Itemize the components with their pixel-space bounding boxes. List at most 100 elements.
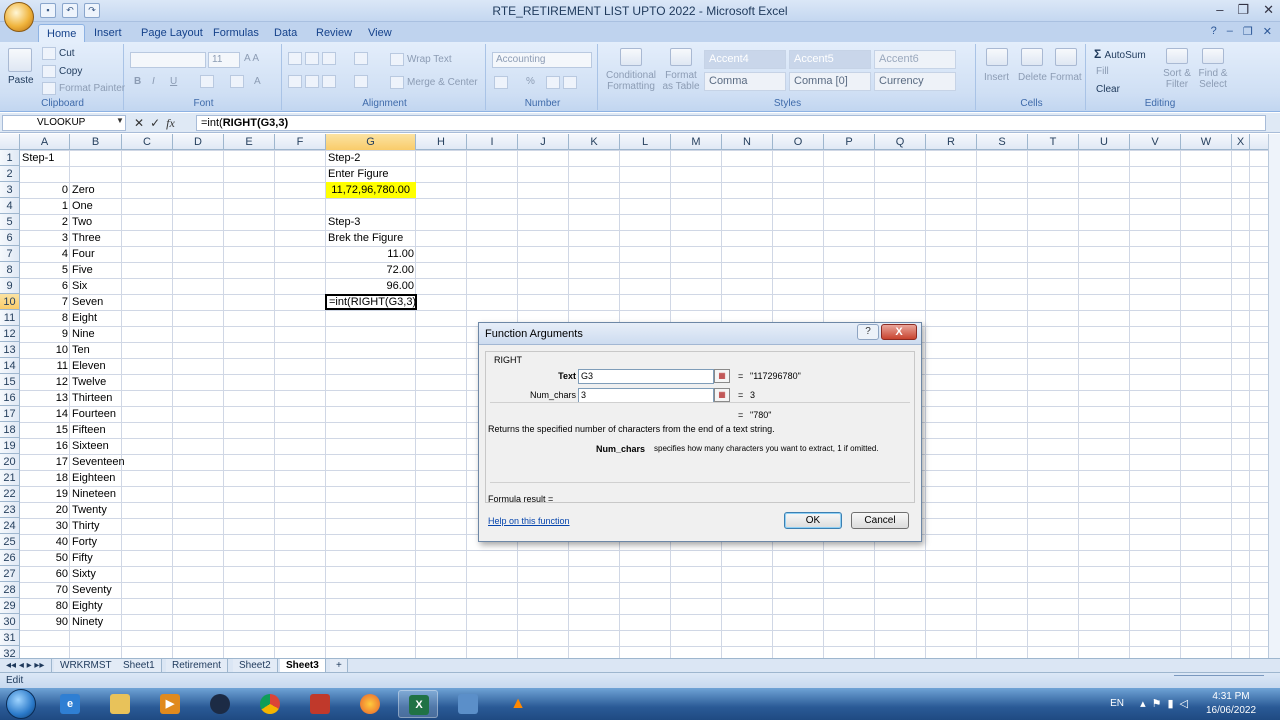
cell-g5[interactable]: Step-3: [326, 214, 416, 230]
row-header-9[interactable]: 9: [0, 278, 20, 294]
cell-b26[interactable]: Fifty: [70, 550, 122, 566]
row-header-19[interactable]: 19: [0, 438, 20, 454]
italic-icon[interactable]: I: [152, 76, 155, 87]
currency-icon[interactable]: [494, 76, 511, 89]
cell-b28[interactable]: Seventy: [70, 582, 122, 598]
percent-button[interactable]: %: [526, 76, 535, 87]
indent-icon[interactable]: [354, 75, 371, 88]
delete-cells-button[interactable]: Delete: [1018, 48, 1047, 83]
sheet-tab-sheet3[interactable]: Sheet3: [280, 659, 326, 673]
row-header-11[interactable]: 11: [0, 310, 20, 326]
taskbar-explorer[interactable]: [100, 690, 140, 718]
cell-a17[interactable]: 14: [20, 406, 70, 422]
style-accent5[interactable]: Accent5: [789, 50, 871, 69]
chevron-down-icon[interactable]: ▼: [116, 116, 124, 125]
row-header-20[interactable]: 20: [0, 454, 20, 470]
cell-a14[interactable]: 11: [20, 358, 70, 374]
cell-b8[interactable]: Five: [70, 262, 122, 278]
name-box[interactable]: VLOOKUP: [2, 115, 126, 131]
cell-g7[interactable]: 11.00: [326, 246, 416, 262]
cell-a4[interactable]: 1: [20, 198, 70, 214]
column-header-p[interactable]: P: [824, 134, 875, 150]
wrap-text-button[interactable]: Wrap Text: [390, 53, 452, 66]
minimize-icon[interactable]: –: [1216, 2, 1223, 18]
cell-b14[interactable]: Eleven: [70, 358, 122, 374]
row-header-21[interactable]: 21: [0, 470, 20, 486]
row-header-3[interactable]: 3: [0, 182, 20, 198]
cell-b20[interactable]: Seventeen: [70, 454, 125, 470]
cell-a23[interactable]: 20: [20, 502, 70, 518]
column-header-i[interactable]: I: [467, 134, 518, 150]
ribbon-minimize-icon[interactable]: –: [1227, 25, 1233, 38]
column-header-a[interactable]: A: [20, 134, 70, 150]
taskbar-chrome[interactable]: [250, 690, 290, 718]
formula-input[interactable]: =int(RIGHT(G3,3): [196, 115, 1266, 131]
tab-view[interactable]: View: [360, 24, 400, 42]
cell-g8[interactable]: 72.00: [326, 262, 416, 278]
column-header-c[interactable]: C: [122, 134, 173, 150]
cell-a19[interactable]: 16: [20, 438, 70, 454]
ribbon-restore-icon[interactable]: ❐: [1243, 25, 1253, 38]
row-header-1[interactable]: 1: [0, 150, 20, 166]
dialog-help-button[interactable]: ?: [857, 324, 879, 340]
column-header-s[interactable]: S: [977, 134, 1028, 150]
cell-a7[interactable]: 4: [20, 246, 70, 262]
restore-icon[interactable]: ❐: [1237, 2, 1249, 18]
style-accent6[interactable]: Accent6: [874, 50, 956, 69]
cut-button[interactable]: Cut: [42, 47, 75, 60]
column-header-v[interactable]: V: [1130, 134, 1181, 150]
row-header-30[interactable]: 30: [0, 614, 20, 630]
cell-b3[interactable]: Zero: [70, 182, 122, 198]
cell-b9[interactable]: Six: [70, 278, 122, 294]
row-header-7[interactable]: 7: [0, 246, 20, 262]
cell-a11[interactable]: 8: [20, 310, 70, 326]
cell-a15[interactable]: 12: [20, 374, 70, 390]
ok-button[interactable]: OK: [784, 512, 842, 529]
row-header-18[interactable]: 18: [0, 422, 20, 438]
taskbar-app[interactable]: [200, 690, 240, 718]
sheet-tab-sheet1[interactable]: Sheet1: [117, 659, 162, 673]
font-size-combo[interactable]: 11: [208, 52, 240, 68]
fill-button[interactable]: Fill: [1096, 66, 1109, 77]
style-currency[interactable]: Currency: [874, 72, 956, 91]
sort-filter-button[interactable]: Sort & Filter: [1160, 48, 1194, 90]
cell-a18[interactable]: 15: [20, 422, 70, 438]
cell-b4[interactable]: One: [70, 198, 122, 214]
cell-b24[interactable]: Thirty: [70, 518, 122, 534]
ribbon-close-icon[interactable]: ✕: [1263, 25, 1272, 38]
cell-a26[interactable]: 50: [20, 550, 70, 566]
conditional-formatting-button[interactable]: Conditional Formatting: [604, 48, 658, 92]
row-header-15[interactable]: 15: [0, 374, 20, 390]
cancel-entry-icon[interactable]: ✕: [134, 116, 144, 131]
cell-b18[interactable]: Fifteen: [70, 422, 122, 438]
taskbar-media-player[interactable]: ▶: [150, 690, 190, 718]
cell-a25[interactable]: 40: [20, 534, 70, 550]
taskbar-firefox[interactable]: [350, 690, 390, 718]
cell-a3[interactable]: 0: [20, 182, 70, 198]
tab-insert[interactable]: Insert: [86, 24, 130, 42]
column-header-t[interactable]: T: [1028, 134, 1079, 150]
sheet-tab-wrkrmst[interactable]: WRKRMST: [54, 659, 119, 673]
row-header-22[interactable]: 22: [0, 486, 20, 502]
cell-b16[interactable]: Thirteen: [70, 390, 122, 406]
clear-button[interactable]: Clear: [1096, 84, 1120, 95]
tab-data[interactable]: Data: [266, 24, 305, 42]
column-header-k[interactable]: K: [569, 134, 620, 150]
tab-formulas[interactable]: Formulas: [205, 24, 267, 42]
cell-a20[interactable]: 17: [20, 454, 70, 470]
row-header-13[interactable]: 13: [0, 342, 20, 358]
cell-g9[interactable]: 96.00: [326, 278, 416, 294]
enter-icon[interactable]: ✓: [150, 116, 160, 131]
cell-b25[interactable]: Forty: [70, 534, 122, 550]
row-header-4[interactable]: 4: [0, 198, 20, 214]
taskbar-ie[interactable]: e: [50, 690, 90, 718]
cell-g3[interactable]: 11,72,96,780.00: [326, 182, 416, 198]
row-header-17[interactable]: 17: [0, 406, 20, 422]
cell-b13[interactable]: Ten: [70, 342, 122, 358]
decimal-icon[interactable]: [546, 76, 580, 89]
row-header-25[interactable]: 25: [0, 534, 20, 550]
underline-icon[interactable]: U: [170, 76, 177, 87]
zoom-slider[interactable]: [1174, 675, 1264, 685]
row-header-10[interactable]: 10: [0, 294, 20, 310]
help-icon[interactable]: ?: [1211, 25, 1217, 38]
